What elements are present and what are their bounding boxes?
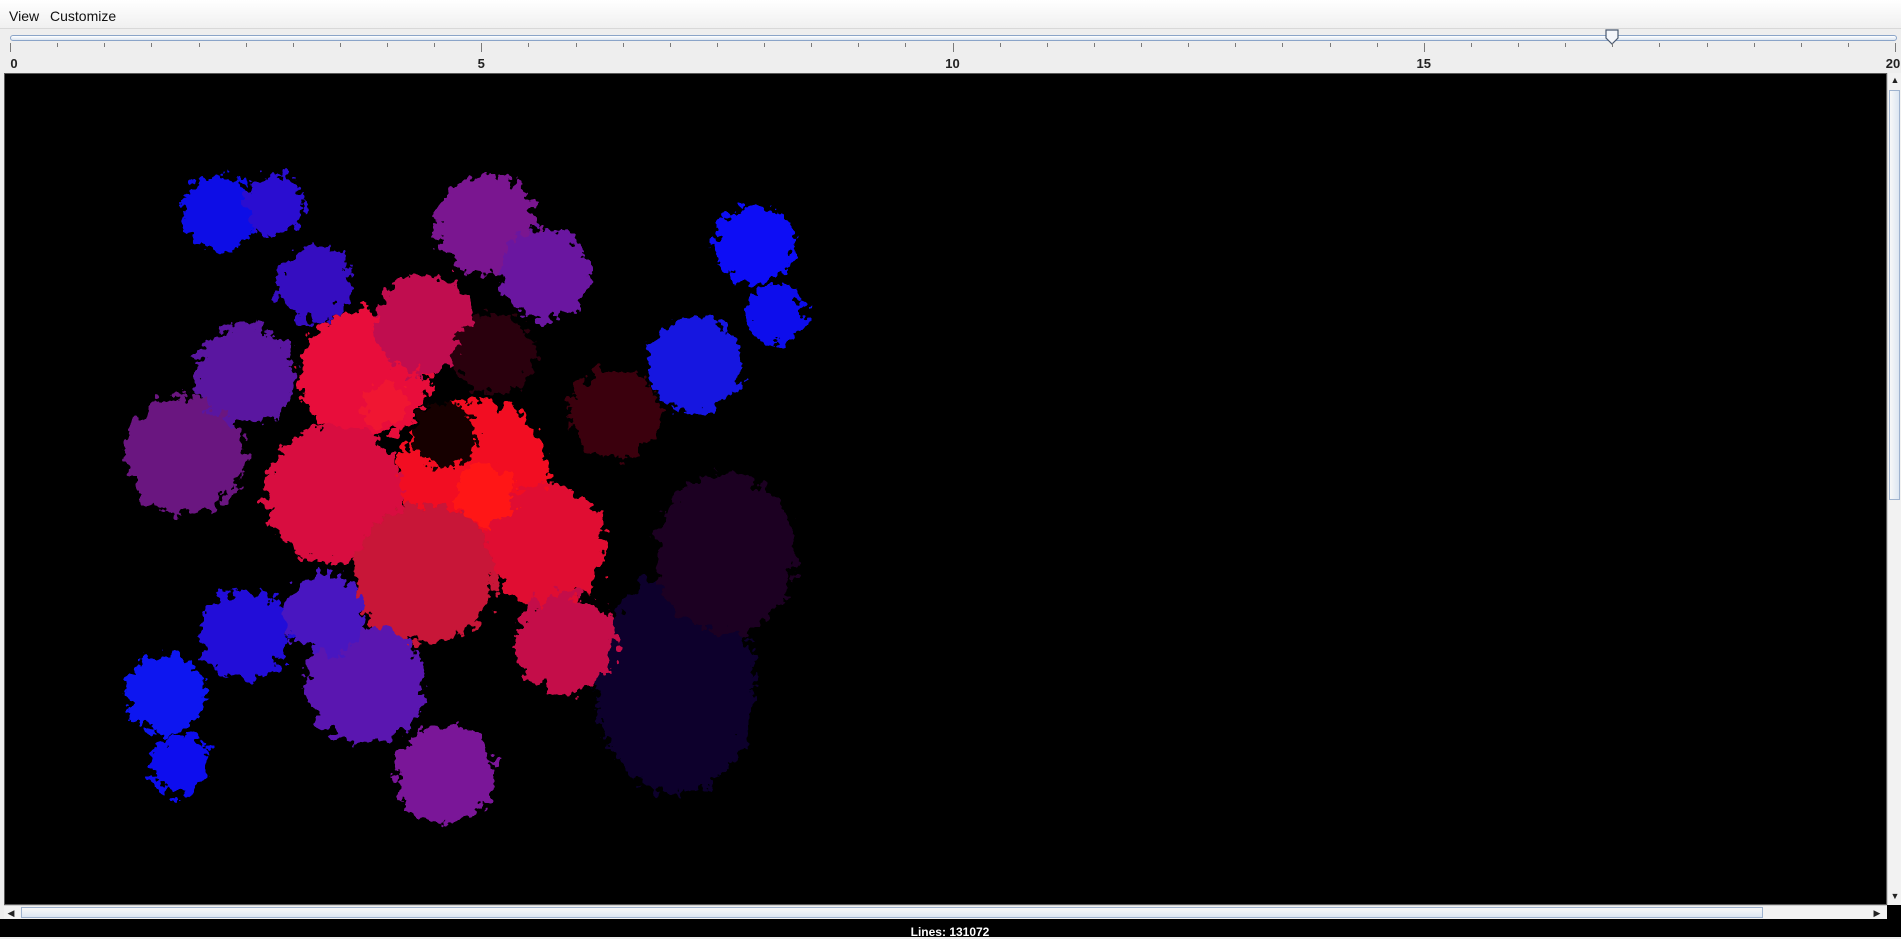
slider-tick [245,43,247,47]
fractal-canvas[interactable] [4,73,1887,905]
vertical-scroll-thumb[interactable] [1889,90,1900,500]
dragon-fractal [125,174,805,824]
slider-tick-label: 15 [1416,56,1431,71]
scroll-up-icon[interactable]: ▲ [1888,73,1901,87]
slider-tick [1046,43,1048,47]
slider-tick [1141,43,1142,47]
slider-tick [1518,43,1519,47]
slider-tick [387,43,388,47]
slider-tick [622,43,624,47]
slider-tick [905,43,907,47]
menu-view[interactable]: View [9,8,39,24]
slider-tick [528,43,530,47]
slider-tick-label: 20 [1885,56,1901,71]
slider-tick [1753,43,1755,47]
slider-tick [1470,43,1472,47]
status-bar: Lines: 131072 [0,919,1901,939]
slider-tick [1188,43,1190,47]
menu-customize[interactable]: Customize [50,8,116,24]
slider-tick [1565,43,1567,47]
slider-tick [1800,43,1802,47]
slider-tick-label: 10 [945,56,960,71]
menu-bar: View Customize [0,0,1901,29]
slider-tick [1282,43,1284,47]
horizontal-scrollbar[interactable]: ◀ ▶ [4,905,1887,919]
slider-tick [1235,43,1237,47]
scroll-down-icon[interactable]: ▼ [1888,889,1901,903]
slider-tick [1659,43,1661,47]
slider-tick-label: 0 [10,56,18,71]
slider-tick-label: 5 [477,56,485,71]
slider-tick [1612,43,1614,47]
vertical-scrollbar[interactable]: ▲ ▼ [1887,73,1901,905]
slider-tick [1706,43,1708,47]
slider-tick [1423,43,1425,52]
slider-tick [952,43,954,52]
scroll-corner [1887,905,1901,919]
slider-tick [1847,43,1849,47]
slider-tick [669,43,671,47]
slider-tick [57,43,59,47]
slider-tick [104,43,106,47]
slider-tick [764,43,765,47]
slider-tick [481,43,483,52]
scroll-right-icon[interactable]: ▶ [1870,906,1884,920]
slider-tick [1376,43,1378,47]
slider-tick [1093,43,1095,47]
slider-tick [1329,43,1331,47]
slider-tick [575,43,577,47]
slider-tick [716,43,718,47]
horizontal-scroll-thumb[interactable] [21,907,1763,918]
slider-tick [811,43,813,47]
slider-tick [999,43,1001,47]
slider-tick [198,43,200,47]
scroll-left-icon[interactable]: ◀ [4,906,18,920]
slider-tick [434,43,436,47]
slider-tick [10,43,11,52]
slider-tick [151,43,153,47]
iterations-slider[interactable]: 0 5 10 15 20 [0,29,1901,73]
slider-tick [1895,43,1896,52]
slider-tick [292,43,294,47]
slider-tick [858,43,860,47]
slider-tick [339,43,341,47]
